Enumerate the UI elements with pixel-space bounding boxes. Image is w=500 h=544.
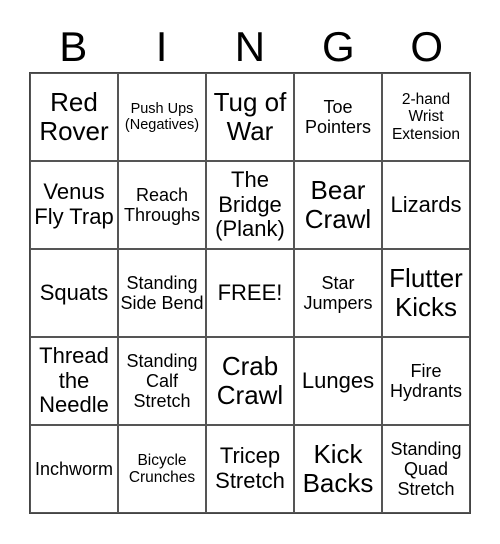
bingo-cell[interactable]: Push Ups (Negatives) [118,73,206,161]
bingo-cell[interactable]: Crab Crawl [206,337,294,425]
header-letter-b: B [59,23,88,70]
bingo-cell[interactable]: Standing Side Bend [118,249,206,337]
bingo-cell[interactable]: Lunges [294,337,382,425]
bingo-cell[interactable]: Venus Fly Trap [30,161,118,249]
bingo-cell-label: Red Rover [39,86,109,146]
bingo-cell[interactable]: Bear Crawl [294,161,382,249]
bingo-cell[interactable]: Squats [30,249,118,337]
bingo-cell-label: Fire Hydrants [389,360,463,401]
bingo-header: B I N G O [29,22,471,72]
header-letter-i: I [155,23,168,70]
bingo-cell-label: Standing Side Bend [120,272,204,313]
bingo-cell[interactable]: Fire Hydrants [382,337,470,425]
bingo-cell-label: Standing Quad Stretch [390,438,462,500]
bingo-cell-label: Tug of War [213,86,287,146]
header-letter-o: O [410,23,444,70]
bingo-cell[interactable]: Standing Quad Stretch [382,425,470,513]
bingo-cell[interactable]: Lizards [382,161,470,249]
bingo-cell-label: Crab Crawl [216,350,284,410]
bingo-cell[interactable]: Bicycle Crunches [118,425,206,513]
bingo-cell-label: Star Jumpers [303,272,373,313]
bingo-cell-label: Kick Backs [302,438,374,498]
bingo-cell-label: Bicycle Crunches [128,451,196,486]
bingo-cell-label: Squats [39,279,109,305]
bingo-cell-label: Bear Crawl [304,174,372,234]
bingo-cell[interactable]: Inchworm [30,425,118,513]
free-space-cell[interactable]: FREE! [206,249,294,337]
bingo-cell-label: Standing Calf Stretch [126,350,198,412]
bingo-cell-label: FREE! [217,279,283,305]
bingo-cell-label: Thread the Needle [39,343,109,418]
bingo-cell[interactable]: Kick Backs [294,425,382,513]
bingo-cell-label: Inchworm [34,458,114,479]
bingo-cell[interactable]: Red Rover [30,73,118,161]
bingo-cell[interactable]: Standing Calf Stretch [118,337,206,425]
bingo-cell[interactable]: Tricep Stretch [206,425,294,513]
bingo-cell-label: Lunges [301,367,375,393]
bingo-cell-label: Push Ups (Negatives) [124,100,200,133]
bingo-cell-label: Lizards [390,191,462,217]
bingo-cell-label: 2-hand Wrist Extension [391,90,461,143]
bingo-cell-label: The Bridge (Plank) [215,167,285,242]
bingo-card-grid: Red Rover Push Ups (Negatives) Tug of War T… [29,72,471,514]
bingo-cell-label: Flutter Kicks [389,262,463,322]
bingo-cell[interactable]: 2-hand Wrist Extension [382,73,470,161]
bingo-cell[interactable]: Tug of War [206,73,294,161]
bingo-cell-label: Venus Fly Trap [34,179,114,229]
bingo-cell-label: Toe Pointers [304,96,372,137]
header-letter-g: G [322,23,355,70]
bingo-cell[interactable]: Toe Pointers [294,73,382,161]
bingo-cell[interactable]: Reach Throughs [118,161,206,249]
bingo-cell-label: Tricep Stretch [215,443,285,493]
bingo-cell[interactable]: Thread the Needle [30,337,118,425]
header-letter-n: N [234,23,266,70]
bingo-cell[interactable]: Flutter Kicks [382,249,470,337]
bingo-cell-label: Reach Throughs [123,184,201,225]
bingo-cell[interactable]: Star Jumpers [294,249,382,337]
bingo-cell[interactable]: The Bridge (Plank) [206,161,294,249]
